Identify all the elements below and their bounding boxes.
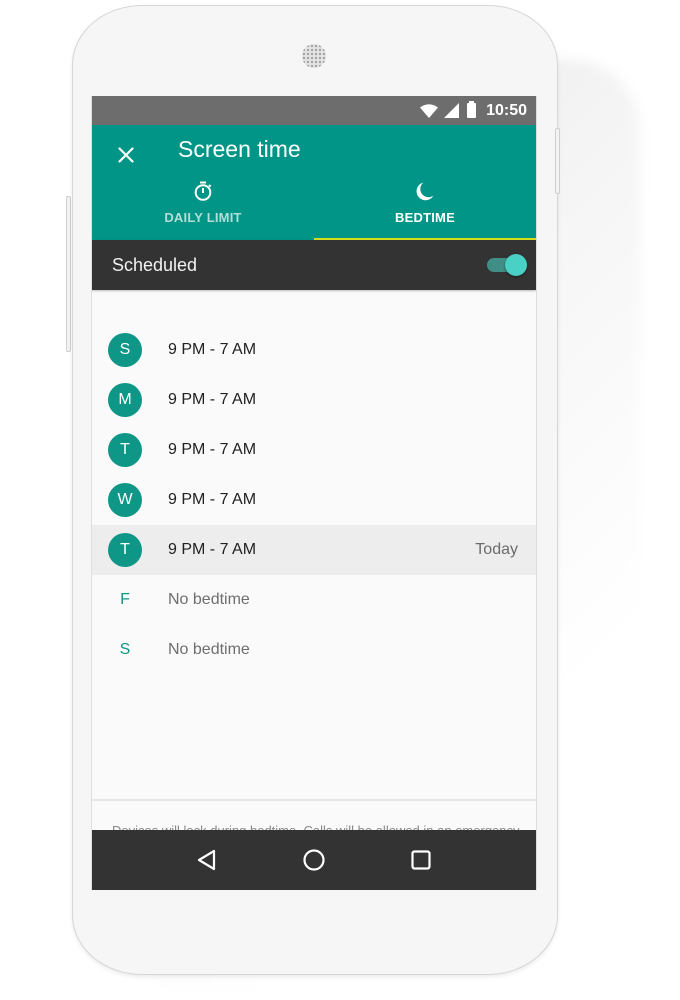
day-avatar: W: [108, 483, 142, 517]
status-bar: 10:50: [92, 96, 536, 125]
day-avatar: S: [119, 641, 131, 658]
day-row-friday[interactable]: F No bedtime: [92, 575, 536, 625]
day-list: S 9 PM - 7 AM M 9 PM - 7 AM T 9 PM - 7 A…: [92, 325, 536, 675]
status-time: 10:50: [486, 101, 527, 119]
home-icon: [303, 849, 325, 871]
day-row-wednesday[interactable]: W 9 PM - 7 AM: [92, 475, 536, 525]
tab-bar: DAILY LIMIT BEDTIME: [92, 177, 536, 240]
close-button[interactable]: [108, 137, 144, 173]
scheduled-toggle[interactable]: [487, 253, 527, 277]
divider: [92, 799, 536, 801]
close-icon: [118, 147, 134, 163]
bedtime-range: No bedtime: [168, 591, 250, 608]
bedtime-range: 9 PM - 7 AM: [168, 391, 257, 408]
signal-icon: [444, 103, 460, 118]
back-button[interactable]: [187, 840, 227, 880]
bedtime-range: No bedtime: [168, 641, 250, 658]
day-avatar: T: [108, 533, 142, 567]
moon-icon: [416, 182, 434, 201]
navigation-bar: [92, 830, 536, 890]
toggle-thumb: [505, 254, 527, 276]
stopwatch-icon: [194, 181, 212, 201]
volume-button: [66, 196, 71, 352]
tab-label: DAILY LIMIT: [164, 210, 242, 225]
phone-screen: 10:50 Screen time DAILY LIMIT BEDTIME Sc…: [91, 96, 537, 890]
today-label: Today: [475, 541, 518, 558]
tab-daily-limit[interactable]: DAILY LIMIT: [92, 177, 314, 240]
bedtime-range: 9 PM - 7 AM: [168, 491, 257, 508]
earpiece-speaker: [302, 44, 326, 68]
tab-bedtime[interactable]: BEDTIME: [314, 177, 536, 240]
scheduled-label: Scheduled: [112, 254, 198, 275]
wifi-icon: [420, 103, 439, 118]
bedtime-range: 9 PM - 7 AM: [168, 341, 257, 358]
tab-label: BEDTIME: [395, 210, 455, 225]
day-avatar: F: [120, 591, 130, 608]
day-avatar: M: [108, 383, 142, 417]
day-avatar: T: [108, 433, 142, 467]
day-row-monday[interactable]: M 9 PM - 7 AM: [92, 375, 536, 425]
bedtime-range: 9 PM - 7 AM: [168, 441, 257, 458]
power-button: [555, 128, 560, 194]
back-icon: [198, 849, 216, 871]
recents-icon: [411, 850, 431, 870]
day-row-sunday[interactable]: S 9 PM - 7 AM: [92, 325, 536, 375]
day-avatar: S: [108, 333, 142, 367]
day-row-tuesday[interactable]: T 9 PM - 7 AM: [92, 425, 536, 475]
page-title: Screen time: [178, 136, 301, 162]
home-button[interactable]: [294, 840, 334, 880]
day-row-saturday[interactable]: S No bedtime: [92, 625, 536, 675]
day-row-thursday[interactable]: T 9 PM - 7 AM Today: [92, 525, 536, 575]
scheduled-bar: Scheduled: [92, 240, 536, 290]
app-bar: Screen time DAILY LIMIT BEDTIME: [92, 125, 536, 240]
recents-button[interactable]: [401, 840, 441, 880]
battery-icon: [467, 101, 477, 118]
bedtime-range: 9 PM - 7 AM: [168, 541, 257, 558]
